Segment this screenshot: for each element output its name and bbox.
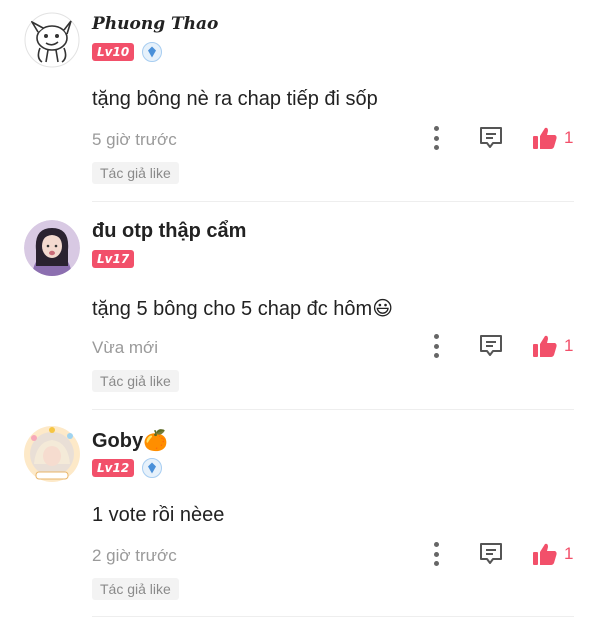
more-vertical-icon[interactable] [426, 332, 446, 360]
reply-comment-icon[interactable] [478, 125, 504, 151]
more-vertical-icon[interactable] [426, 124, 446, 152]
timestamp: 5 giờ trước [92, 130, 177, 149]
divider [92, 201, 574, 202]
thumbs-up-icon [533, 335, 557, 357]
like-button[interactable]: 1 [532, 333, 573, 359]
reply-comment-icon[interactable] [478, 333, 504, 359]
like-button[interactable]: 1 [532, 541, 573, 567]
comment-text: tặng 5 bông cho 5 chap đc hôm😃 [92, 298, 394, 320]
vip-diamond-icon [142, 42, 163, 62]
like-count: 1 [564, 336, 574, 355]
user-badges: Lv17 [92, 250, 135, 268]
more-vertical-icon[interactable] [426, 540, 446, 568]
level-badge: Lv12 [92, 459, 135, 477]
like-count: 1 [564, 128, 574, 147]
user-badges: Lv10 [92, 42, 163, 62]
comment-text: tặng bông nè ra chap tiếp đi sốp [92, 88, 378, 110]
avatar[interactable] [22, 424, 82, 484]
comment-text: 1 vote rồi nèee [92, 504, 225, 526]
divider [92, 616, 574, 617]
reply-comment-icon[interactable] [478, 541, 504, 567]
level-badge: Lv10 [92, 43, 135, 61]
timestamp: 2 giờ trước [92, 546, 177, 565]
username[interactable]: Phuong Thao [92, 14, 218, 34]
user-badges: Lv12 [92, 458, 163, 478]
author-like-tag: Tác giả like [92, 578, 179, 600]
timestamp: Vừa mới [92, 338, 158, 357]
vip-diamond-icon [142, 458, 163, 478]
like-button[interactable]: 1 [532, 125, 573, 151]
cartoon-character-avatar-icon [24, 12, 80, 68]
author-like-tag: Tác giả like [92, 370, 179, 392]
thumbs-up-icon [533, 543, 557, 565]
avatar[interactable] [24, 12, 80, 68]
avatar[interactable] [24, 220, 80, 276]
framed-photo-avatar-icon [24, 426, 80, 482]
author-like-tag: Tác giả like [92, 162, 179, 184]
like-count: 1 [564, 544, 574, 563]
thumbs-up-icon [533, 127, 557, 149]
username[interactable]: đu otp thập cẩm [92, 220, 246, 243]
girl-photo-avatar-icon [24, 220, 80, 276]
divider [92, 409, 574, 410]
username[interactable]: Goby🍊 [92, 428, 168, 453]
level-badge: Lv17 [92, 250, 135, 268]
